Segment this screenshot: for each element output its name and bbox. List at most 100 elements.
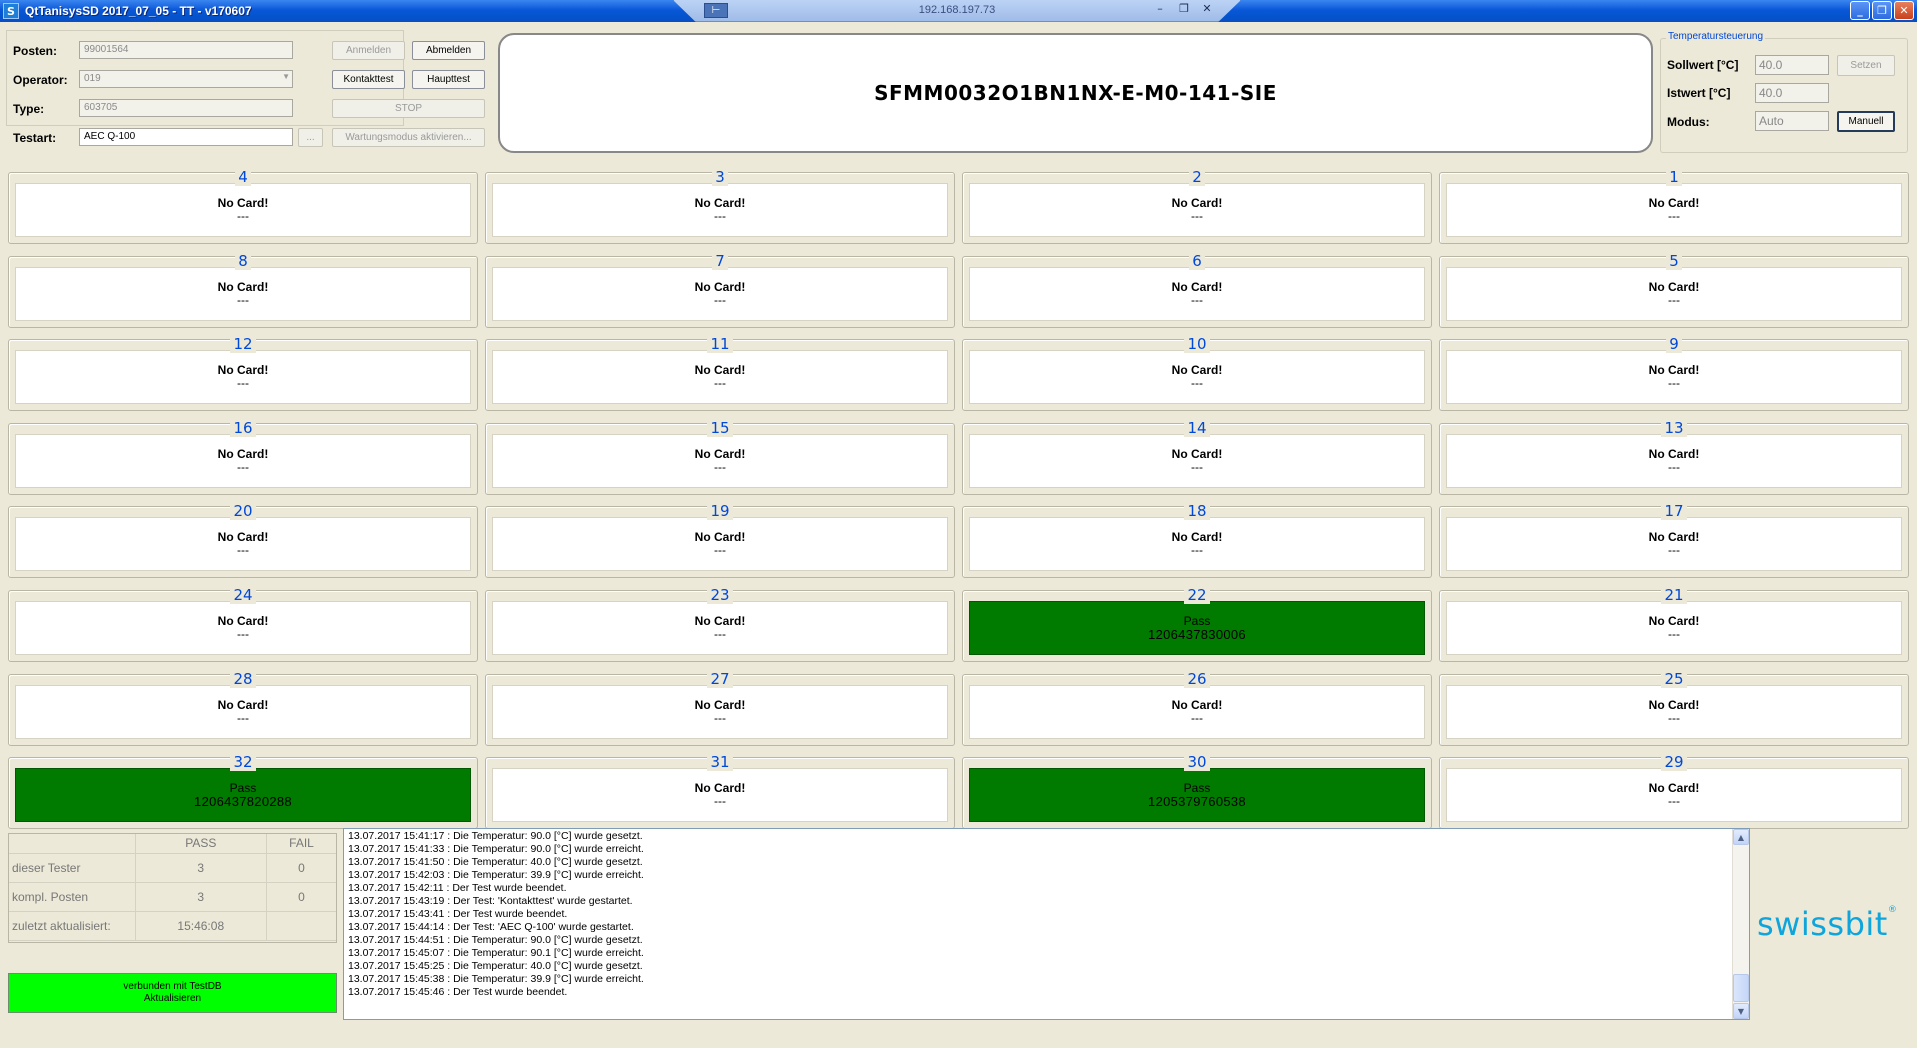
slot-card-id: ---	[237, 293, 249, 307]
kontakttest-button[interactable]: Kontakttest	[332, 70, 405, 89]
slot-status-panel: No Card! ---	[1446, 350, 1902, 404]
login-form: Posten: 99001564 Operator: 019 ▼ Type: 6…	[6, 30, 485, 147]
slot-number: 28	[9, 670, 477, 688]
slot-2[interactable]: No Card! --- 2	[962, 168, 1432, 244]
slot-1[interactable]: No Card! --- 1	[1439, 168, 1909, 244]
slot-card-id: 1205379760538	[1148, 794, 1246, 809]
slot-3[interactable]: No Card! --- 3	[485, 168, 955, 244]
log-textarea[interactable]: 13.07.2017 15:41:17 : Die Temperatur: 90…	[343, 828, 1750, 1020]
minimize-icon[interactable]: –	[1152, 2, 1168, 15]
abmelden-button[interactable]: Abmelden	[412, 41, 485, 60]
modus-label: Modus:	[1667, 115, 1710, 129]
wartungsmodus-button[interactable]: Wartungsmodus aktivieren...	[332, 128, 485, 147]
slot-number: 6	[963, 252, 1431, 270]
slot-8[interactable]: No Card! --- 8	[8, 252, 478, 328]
slot-15[interactable]: No Card! --- 15	[485, 419, 955, 495]
stats-fail-value: 0	[266, 853, 336, 883]
stats-pass-value: 3	[134, 853, 267, 883]
scroll-thumb[interactable]	[1733, 974, 1749, 1002]
scroll-up-icon[interactable]: ▲	[1733, 829, 1749, 845]
type-input[interactable]: 603705	[79, 99, 293, 117]
slot-32[interactable]: Pass 1206437820288 32	[8, 753, 478, 829]
slot-number: 27	[486, 670, 954, 688]
slot-card-id: ---	[1668, 376, 1680, 390]
stop-button[interactable]: STOP	[332, 99, 485, 118]
slot-status-panel: No Card! ---	[492, 267, 948, 321]
stats-header-pass: PASS	[134, 834, 267, 854]
slot-20[interactable]: No Card! --- 20	[8, 502, 478, 578]
slot-card-id: ---	[1668, 543, 1680, 557]
setzen-button[interactable]: Setzen	[1837, 55, 1895, 76]
slot-22[interactable]: Pass 1206437830006 22	[962, 586, 1432, 662]
stats-row-label: kompl. Posten	[9, 882, 135, 912]
slot-4[interactable]: No Card! --- 4	[8, 168, 478, 244]
slot-status-panel: No Card! ---	[969, 517, 1425, 571]
slot-card-id: ---	[714, 794, 726, 808]
slot-31[interactable]: No Card! --- 31	[485, 753, 955, 829]
slot-21[interactable]: No Card! --- 21	[1439, 586, 1909, 662]
slot-number: 21	[1440, 586, 1908, 604]
log-line: 13.07.2017 15:41:50 : Die Temperatur: 40…	[348, 856, 643, 868]
posten-input[interactable]: 99001564	[79, 41, 293, 59]
slot-14[interactable]: No Card! --- 14	[962, 419, 1432, 495]
db-status-button[interactable]: verbunden mit TestDB Aktualisieren	[8, 973, 337, 1013]
slot-10[interactable]: No Card! --- 10	[962, 335, 1432, 411]
scroll-down-icon[interactable]: ▼	[1733, 1003, 1749, 1019]
slot-6[interactable]: No Card! --- 6	[962, 252, 1432, 328]
log-line: 13.07.2017 15:44:51 : Die Temperatur: 90…	[348, 934, 643, 946]
sollwert-input[interactable]: 40.0	[1755, 55, 1829, 75]
slot-status-panel: No Card! ---	[492, 601, 948, 655]
slot-5[interactable]: No Card! --- 5	[1439, 252, 1909, 328]
restore-icon[interactable]: ❐	[1176, 2, 1192, 15]
slot-26[interactable]: No Card! --- 26	[962, 670, 1432, 746]
slot-card-id: ---	[1668, 209, 1680, 223]
slot-11[interactable]: No Card! --- 11	[485, 335, 955, 411]
stats-pass-value: 3	[134, 882, 267, 912]
slot-number: 16	[9, 419, 477, 437]
close-button[interactable]: ✕	[1894, 1, 1914, 20]
slot-12[interactable]: No Card! --- 12	[8, 335, 478, 411]
slot-number: 1	[1440, 168, 1908, 186]
slot-27[interactable]: No Card! --- 27	[485, 670, 955, 746]
slot-number: 26	[963, 670, 1431, 688]
browse-button[interactable]: ...	[298, 128, 323, 147]
slot-status-panel: No Card! ---	[1446, 434, 1902, 488]
modus-input: Auto	[1755, 111, 1829, 131]
slot-17[interactable]: No Card! --- 17	[1439, 502, 1909, 578]
stats-header-fail: FAIL	[266, 834, 336, 854]
slot-card-id: ---	[237, 711, 249, 725]
haupttest-button[interactable]: Haupttest	[412, 70, 485, 89]
slot-30[interactable]: Pass 1205379760538 30	[962, 753, 1432, 829]
log-scrollbar[interactable]: ▲ ▼	[1732, 829, 1749, 1019]
slot-18[interactable]: No Card! --- 18	[962, 502, 1432, 578]
table-row: kompl. Posten 3 0	[9, 882, 336, 912]
slot-29[interactable]: No Card! --- 29	[1439, 753, 1909, 829]
slot-13[interactable]: No Card! --- 13	[1439, 419, 1909, 495]
app-icon: S	[3, 3, 19, 19]
slot-19[interactable]: No Card! --- 19	[485, 502, 955, 578]
slot-card-id: ---	[237, 376, 249, 390]
slot-number: 7	[486, 252, 954, 270]
anmelden-button[interactable]: Anmelden	[332, 41, 405, 60]
testart-input[interactable]: AEC Q-100	[79, 128, 293, 146]
maximize-button[interactable]: ❐	[1872, 1, 1892, 20]
manuell-button[interactable]: Manuell	[1837, 111, 1895, 132]
minimize-button[interactable]: _	[1850, 1, 1870, 20]
chevron-down-icon[interactable]: ▼	[282, 72, 290, 81]
db-status-text: verbunden mit TestDB	[123, 981, 222, 992]
slot-24[interactable]: No Card! --- 24	[8, 586, 478, 662]
slot-card-id: ---	[1668, 627, 1680, 641]
slot-status-panel: No Card! ---	[492, 685, 948, 739]
slot-16[interactable]: No Card! --- 16	[8, 419, 478, 495]
slot-status-panel: No Card! ---	[1446, 517, 1902, 571]
slot-23[interactable]: No Card! --- 23	[485, 586, 955, 662]
slot-7[interactable]: No Card! --- 7	[485, 252, 955, 328]
close-icon[interactable]: ✕	[1199, 2, 1215, 15]
slot-number: 8	[9, 252, 477, 270]
slot-9[interactable]: No Card! --- 9	[1439, 335, 1909, 411]
slot-28[interactable]: No Card! --- 28	[8, 670, 478, 746]
log-line: 13.07.2017 15:45:07 : Die Temperatur: 90…	[348, 947, 644, 959]
operator-select[interactable]: 019 ▼	[79, 70, 293, 88]
slot-25[interactable]: No Card! --- 25	[1439, 670, 1909, 746]
slot-card-id: ---	[714, 627, 726, 641]
